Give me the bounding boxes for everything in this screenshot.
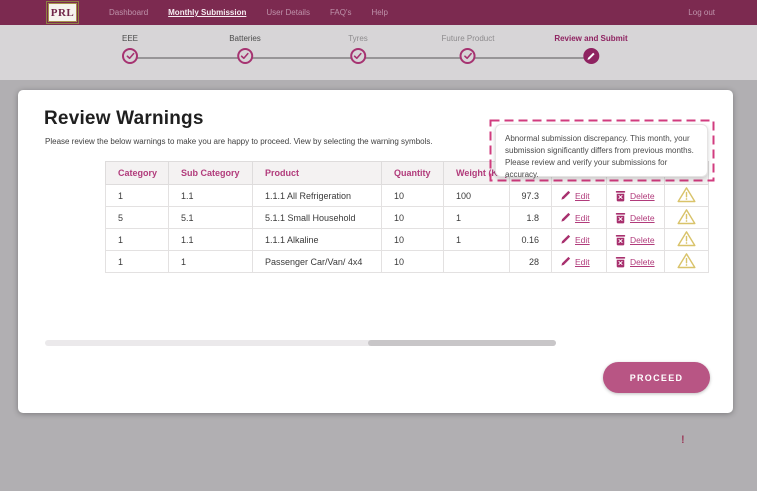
- cell-value: 97.3: [510, 185, 552, 207]
- column-header-product: Product: [253, 162, 382, 185]
- warning-triangle-icon[interactable]: [677, 252, 696, 269]
- logout-button[interactable]: Log out: [688, 8, 715, 17]
- delete-link[interactable]: Delete: [630, 235, 655, 245]
- table-body: 1 1.1 1.1.1 All Refrigeration 10 100 97.…: [106, 185, 709, 273]
- delete-trash-icon[interactable]: [615, 212, 626, 224]
- check-circle-icon: [237, 48, 253, 64]
- step-eee[interactable]: EEE: [122, 34, 138, 64]
- cell-product: 5.1.1 Small Household: [253, 207, 382, 229]
- cell-value: 1.8: [510, 207, 552, 229]
- table-row: 1 1.1 1.1.1 All Refrigeration 10 100 97.…: [106, 185, 709, 207]
- edit-link[interactable]: Edit: [575, 213, 590, 223]
- check-circle-icon: [122, 48, 138, 64]
- delete-link[interactable]: Delete: [630, 257, 655, 267]
- step-label: Tyres: [348, 34, 368, 43]
- warning-triangle-icon[interactable]: [677, 230, 696, 247]
- cell-category: 1: [106, 185, 169, 207]
- review-warnings-card: Review Warnings Please review the below …: [18, 90, 733, 413]
- edit-pencil-icon[interactable]: [560, 234, 571, 245]
- cell-sub-category: 1.1: [169, 229, 253, 251]
- check-circle-icon: [350, 48, 366, 64]
- table-row: 1 1 Passenger Car/Van/ 4x4 10 28: [106, 251, 709, 273]
- delete-trash-icon[interactable]: [615, 234, 626, 246]
- nav-item-dashboard[interactable]: Dashboard: [109, 8, 148, 17]
- cell-quantity: 10: [382, 229, 444, 251]
- cell-weight: [444, 251, 510, 273]
- delete-link[interactable]: Delete: [630, 213, 655, 223]
- cell-sub-category: 5.1: [169, 207, 253, 229]
- nav-item-monthly-submission[interactable]: Monthly Submission: [168, 8, 246, 17]
- edit-pencil-icon[interactable]: [560, 190, 571, 201]
- cell-sub-category: 1: [169, 251, 253, 273]
- cell-quantity: 10: [382, 251, 444, 273]
- table-row: 5 5.1 5.1.1 Small Household 10 1 1.8: [106, 207, 709, 229]
- step-label: Batteries: [229, 34, 261, 43]
- edit-pencil-icon[interactable]: [560, 256, 571, 267]
- step-tyres[interactable]: Tyres: [348, 34, 368, 64]
- cell-sub-category: 1.1: [169, 185, 253, 207]
- horizontal-scrollbar-track[interactable]: [45, 340, 556, 346]
- nav-item-help[interactable]: Help: [371, 8, 387, 17]
- cell-value: 0.16: [510, 229, 552, 251]
- prl-logo-text: PRL: [51, 7, 75, 19]
- tooltip-text: Abnormal submission discrepancy. This mo…: [495, 124, 708, 177]
- column-header-quantity: Quantity: [382, 162, 444, 185]
- step-label: EEE: [122, 34, 138, 43]
- cell-weight: 1: [444, 229, 510, 251]
- step-future-product[interactable]: Future Product: [442, 34, 495, 64]
- edit-pencil-icon[interactable]: [560, 212, 571, 223]
- check-circle-icon: [460, 48, 476, 64]
- warning-triangle-icon[interactable]: [677, 186, 696, 203]
- cell-quantity: 10: [382, 207, 444, 229]
- edit-link[interactable]: Edit: [575, 191, 590, 201]
- page-subtitle: Please review the below warnings to make…: [45, 137, 433, 146]
- cell-product: Passenger Car/Van/ 4x4: [253, 251, 382, 273]
- edit-link[interactable]: Edit: [575, 257, 590, 267]
- cell-weight: 100: [444, 185, 510, 207]
- delete-trash-icon[interactable]: [615, 190, 626, 202]
- prl-logo: PRL: [48, 3, 77, 22]
- delete-link[interactable]: Delete: [630, 191, 655, 201]
- step-review-and-submit[interactable]: Review and Submit: [554, 34, 627, 64]
- stepper: EEE Batteries Tyres Future Product Revie: [0, 25, 757, 80]
- step-label: Review and Submit: [554, 34, 627, 43]
- app-screen: PRL Dashboard Monthly Submission User De…: [0, 0, 757, 491]
- cell-weight: 1: [444, 207, 510, 229]
- cell-category: 5: [106, 207, 169, 229]
- cell-product: 1.1.1 All Refrigeration: [253, 185, 382, 207]
- cell-category: 1: [106, 251, 169, 273]
- delete-trash-icon[interactable]: [615, 256, 626, 268]
- column-header-category: Category: [106, 162, 169, 185]
- cell-quantity: 10: [382, 185, 444, 207]
- horizontal-scrollbar-thumb[interactable]: [368, 340, 556, 346]
- abnormal-submission-tooltip: Abnormal submission discrepancy. This mo…: [489, 119, 715, 182]
- step-label: Future Product: [442, 34, 495, 43]
- edit-link[interactable]: Edit: [575, 235, 590, 245]
- nav-item-faqs[interactable]: FAQ's: [330, 8, 352, 17]
- footer-alert-mark: !: [681, 434, 685, 446]
- pencil-circle-icon: [583, 48, 599, 64]
- proceed-button[interactable]: PROCEED: [603, 362, 710, 393]
- top-navbar: PRL Dashboard Monthly Submission User De…: [0, 0, 757, 25]
- column-header-sub-category: Sub Category: [169, 162, 253, 185]
- table-row: 1 1.1 1.1.1 Alkaline 10 1 0.16: [106, 229, 709, 251]
- step-batteries[interactable]: Batteries: [229, 34, 261, 64]
- cell-product: 1.1.1 Alkaline: [253, 229, 382, 251]
- cell-value: 28: [510, 251, 552, 273]
- page-title: Review Warnings: [44, 108, 204, 130]
- nav-item-user-details[interactable]: User Details: [266, 8, 310, 17]
- warning-triangle-icon[interactable]: [677, 208, 696, 225]
- cell-category: 1: [106, 229, 169, 251]
